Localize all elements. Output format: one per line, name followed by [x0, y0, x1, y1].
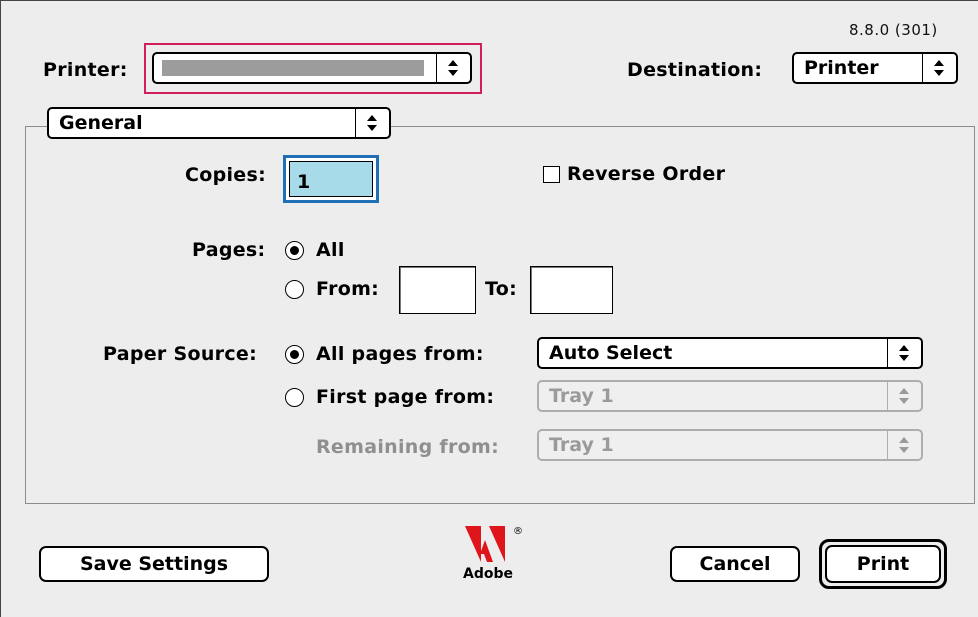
copies-field[interactable]: 1: [283, 155, 379, 203]
copies-input-inner: 1: [289, 161, 373, 197]
cancel-button[interactable]: Cancel: [670, 546, 800, 582]
up-down-arrows-icon: [887, 431, 921, 459]
pages-label: Pages:: [192, 239, 266, 261]
pages-all-radio[interactable]: [285, 241, 304, 260]
copies-label: Copies:: [185, 164, 267, 186]
all-pages-from-label[interactable]: All pages from:: [316, 343, 484, 365]
first-page-source-value: Tray 1: [549, 385, 614, 407]
up-down-arrows-icon: [887, 339, 921, 367]
paper-source-label: Paper Source:: [103, 343, 257, 365]
up-down-arrows-icon: [887, 382, 921, 410]
registered-mark: ®: [513, 526, 523, 537]
pages-all-label[interactable]: All: [316, 239, 345, 261]
pages-from-field[interactable]: [399, 266, 476, 314]
adobe-wordmark: Adobe: [463, 566, 513, 582]
printer-popup[interactable]: [152, 52, 472, 84]
first-page-from-radio[interactable]: [285, 388, 304, 407]
save-settings-button[interactable]: Save Settings: [39, 546, 269, 582]
destination-label: Destination:: [627, 59, 763, 81]
reverse-order-label[interactable]: Reverse Order: [567, 163, 725, 185]
reverse-order-checkbox[interactable]: [543, 166, 560, 183]
copies-value: 1: [297, 171, 311, 193]
remaining-source-value: Tray 1: [549, 434, 614, 456]
remaining-source-popup[interactable]: Tray 1: [537, 429, 923, 461]
all-pages-source-popup[interactable]: Auto Select: [537, 337, 923, 369]
remaining-from-label: Remaining from:: [316, 436, 500, 458]
version-label: 8.8.0 (301): [849, 21, 938, 39]
first-page-from-label[interactable]: First page from:: [316, 386, 494, 408]
pages-to-field[interactable]: [530, 266, 613, 314]
up-down-arrows-icon: [355, 109, 389, 137]
destination-value: Printer: [804, 57, 879, 79]
printer-label: Printer:: [43, 59, 128, 81]
panel-popup-value: General: [59, 112, 143, 134]
destination-popup[interactable]: Printer: [792, 52, 958, 84]
up-down-arrows-icon: [436, 54, 470, 82]
all-pages-source-value: Auto Select: [549, 342, 673, 364]
up-down-arrows-icon: [922, 54, 956, 82]
adobe-logo-icon: ® Adobe: [457, 524, 527, 594]
pages-to-label: To:: [485, 278, 517, 300]
print-button[interactable]: Print: [825, 545, 941, 583]
pages-from-label[interactable]: From:: [316, 278, 379, 300]
print-dialog: 8.8.0 (301) Printer: Destination: Printe…: [0, 0, 978, 617]
pages-from-radio[interactable]: [285, 280, 304, 299]
panel-popup[interactable]: General: [47, 107, 391, 139]
all-pages-from-radio[interactable]: [285, 345, 304, 364]
first-page-source-popup[interactable]: Tray 1: [537, 380, 923, 412]
printer-name-redacted: [162, 60, 424, 76]
